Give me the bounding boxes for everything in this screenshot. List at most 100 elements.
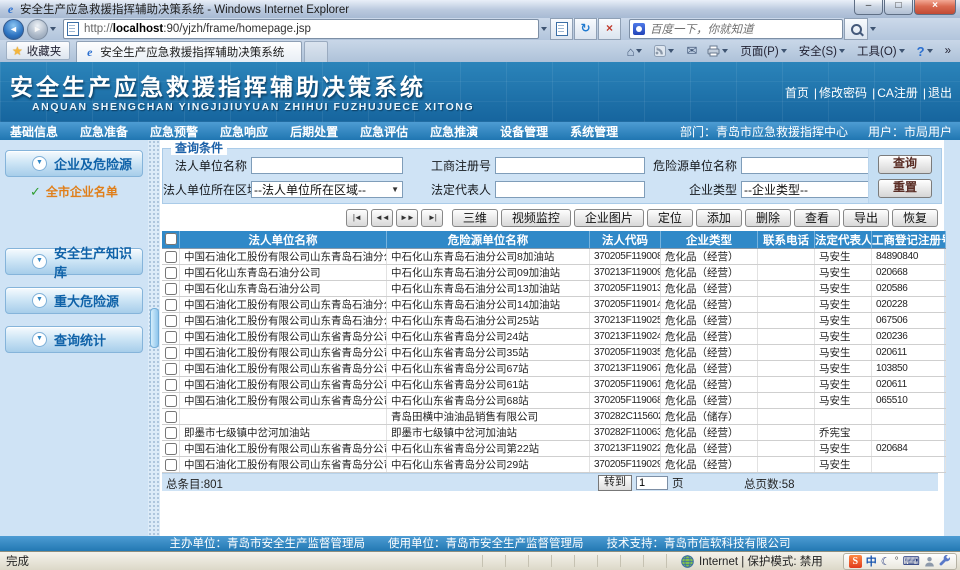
row-checkbox[interactable] bbox=[165, 427, 177, 439]
row-checkbox[interactable] bbox=[165, 267, 177, 279]
row-checkbox[interactable] bbox=[165, 443, 177, 455]
goto-button[interactable]: 转到 bbox=[598, 475, 632, 491]
sogou-icon[interactable]: S bbox=[849, 555, 862, 568]
new-tab-button[interactable] bbox=[304, 41, 328, 62]
chinese-input-icon[interactable]: 中 bbox=[866, 553, 877, 569]
row-checkbox[interactable] bbox=[165, 347, 177, 359]
sidebar-group-button[interactable]: ▼安全生产知识库 bbox=[5, 248, 143, 275]
nav-item[interactable]: 应急响应 bbox=[220, 123, 268, 140]
pager-button[interactable]: ►| bbox=[421, 209, 443, 227]
user-icon[interactable] bbox=[924, 556, 935, 567]
select-all-checkbox[interactable] bbox=[165, 233, 177, 245]
feeds-button[interactable] bbox=[649, 42, 681, 60]
toolbar-button[interactable]: 查看 bbox=[794, 209, 840, 227]
nav-item[interactable]: 后期处置 bbox=[290, 123, 338, 140]
row-checkbox[interactable] bbox=[165, 459, 177, 471]
stop-button[interactable]: × bbox=[598, 18, 621, 40]
table-row[interactable]: 中国石油化工股份有限公司山东省青岛分公司中石化山东省青岛分公司24站370213… bbox=[162, 329, 946, 345]
table-row[interactable]: 中国石油化工股份有限公司山东青岛石油分公司中石化山东青岛石油分公司8加油站370… bbox=[162, 249, 946, 265]
row-checkbox[interactable] bbox=[165, 363, 177, 375]
row-checkbox[interactable] bbox=[165, 379, 177, 391]
wrench-icon[interactable] bbox=[939, 555, 951, 567]
row-checkbox[interactable] bbox=[165, 299, 177, 311]
search-button[interactable] bbox=[844, 18, 868, 40]
field-input[interactable] bbox=[495, 181, 645, 198]
toolbar-button[interactable]: 定位 bbox=[647, 209, 693, 227]
mail-button[interactable]: ✉ bbox=[681, 42, 702, 60]
splitter-handle[interactable] bbox=[150, 308, 159, 348]
table-row[interactable]: 中国石油化工股份有限公司山东青岛石油分公司中石化山东青岛石油分公司25站3702… bbox=[162, 313, 946, 329]
keyboard-icon[interactable]: ⌨ bbox=[903, 554, 920, 568]
sidebar-item-active[interactable]: ✓全市企业名单 bbox=[30, 183, 148, 200]
row-checkbox[interactable] bbox=[165, 331, 177, 343]
table-row[interactable]: 中国石化山东青岛石油分公司中石化山东青岛石油分公司13加油站370205F119… bbox=[162, 281, 946, 297]
toolbar-button[interactable]: 导出 bbox=[843, 209, 889, 227]
toolbar-button[interactable]: 三维 bbox=[452, 209, 498, 227]
nav-item[interactable]: 应急预警 bbox=[150, 123, 198, 140]
table-row[interactable]: 即墨市七级镇中岔河加油站即墨市七级镇中岔河加油站370282F110063危化品… bbox=[162, 425, 946, 441]
toolbar-overflow[interactable]: » bbox=[940, 42, 956, 60]
url-field[interactable]: http://localhost:90/yjzh/frame/homepage.… bbox=[63, 19, 539, 39]
home-button[interactable]: ⌂ bbox=[622, 42, 650, 60]
moon-icon[interactable]: ☾ bbox=[881, 555, 891, 568]
table-row[interactable]: 中国石油化工股份有限公司山东省青岛分公司中石化山东省青岛分公司67站370213… bbox=[162, 361, 946, 377]
table-row[interactable]: 中国石油化工股份有限公司山东省青岛分公司中石化山东省青岛分公司第22站37021… bbox=[162, 441, 946, 457]
toolbar-button[interactable]: 添加 bbox=[696, 209, 742, 227]
favorites-button[interactable]: ★ 收藏夹 bbox=[6, 41, 70, 60]
table-row[interactable]: 中国石油化工股份有限公司山东省青岛分公司中石化山东省青岛分公司68站370205… bbox=[162, 393, 946, 409]
safety-menu[interactable]: 安全(S) bbox=[794, 42, 852, 60]
sidebar-group-button[interactable]: ▼查询统计 bbox=[5, 326, 143, 353]
sidebar-group-button[interactable]: ▼企业及危险源 bbox=[5, 150, 143, 177]
toolbar-button[interactable]: 视频监控 bbox=[501, 209, 571, 227]
header-link[interactable]: 退出 bbox=[928, 86, 952, 100]
table-row[interactable]: 中国石油化工股份有限公司山东青岛石油分公司中石化山东青岛石油分公司14加油站37… bbox=[162, 297, 946, 313]
query-button[interactable]: 查询 bbox=[878, 155, 932, 174]
nav-item[interactable]: 应急准备 bbox=[80, 123, 128, 140]
table-row[interactable]: 青岛田横中油油品销售有限公司370282C115602危化品（储存） bbox=[162, 409, 946, 425]
pager-button[interactable]: |◄ bbox=[346, 209, 368, 227]
refresh-button[interactable]: ↻ bbox=[574, 18, 597, 40]
forward-button[interactable]: ► bbox=[27, 19, 48, 40]
pager-button[interactable]: ◄◄ bbox=[371, 209, 393, 227]
maximize-button[interactable]: □ bbox=[884, 0, 913, 15]
sidebar-splitter[interactable] bbox=[148, 140, 160, 536]
row-checkbox[interactable] bbox=[165, 395, 177, 407]
url-dropdown-icon[interactable] bbox=[541, 27, 547, 31]
field-input[interactable] bbox=[495, 157, 645, 174]
row-checkbox[interactable] bbox=[165, 251, 177, 263]
close-button[interactable]: × bbox=[914, 0, 956, 15]
punctuation-icon[interactable]: ° bbox=[895, 556, 899, 567]
reset-button[interactable]: 重置 bbox=[878, 179, 932, 198]
nav-item[interactable]: 应急评估 bbox=[360, 123, 408, 140]
field-select[interactable]: --法人单位所在区域--▼ bbox=[251, 181, 403, 198]
row-checkbox[interactable] bbox=[165, 315, 177, 327]
table-row[interactable]: 中国石油化工股份有限公司山东省青岛分公司中石化山东省青岛分公司35站370205… bbox=[162, 345, 946, 361]
help-menu[interactable]: ? bbox=[912, 42, 940, 60]
table-row[interactable]: 中国石油化工股份有限公司山东省青岛分公司中石化山东省青岛分公司29站370205… bbox=[162, 457, 946, 473]
table-row[interactable]: 中国石油化工股份有限公司山东省青岛分公司中石化山东省青岛分公司61站370205… bbox=[162, 377, 946, 393]
compatibility-button[interactable] bbox=[550, 18, 573, 40]
page-number-input[interactable] bbox=[636, 476, 668, 490]
header-link[interactable]: CA注册 bbox=[877, 86, 918, 100]
history-dropdown-icon[interactable] bbox=[50, 27, 56, 31]
pager-button[interactable]: ►► bbox=[396, 209, 418, 227]
row-checkbox[interactable] bbox=[165, 411, 177, 423]
minimize-button[interactable]: – bbox=[854, 0, 883, 15]
toolbar-button[interactable]: 删除 bbox=[745, 209, 791, 227]
header-link[interactable]: 修改密码 bbox=[819, 86, 867, 100]
toolbar-button[interactable]: 企业图片 bbox=[574, 209, 644, 227]
active-tab[interactable]: e 安全生产应急救援指挥辅助决策系统 bbox=[76, 41, 302, 62]
print-button[interactable] bbox=[702, 42, 735, 60]
nav-item[interactable]: 应急推演 bbox=[430, 123, 478, 140]
search-box[interactable]: 百度一下，你就知道 bbox=[629, 19, 843, 39]
nav-item[interactable]: 设备管理 bbox=[500, 123, 548, 140]
row-checkbox[interactable] bbox=[165, 283, 177, 295]
page-menu[interactable]: 页面(P) bbox=[735, 42, 793, 60]
toolbar-button[interactable]: 恢复 bbox=[892, 209, 938, 227]
table-row[interactable]: 中国石化山东青岛石油分公司中石化山东青岛石油分公司09加油站370213F119… bbox=[162, 265, 946, 281]
tools-menu[interactable]: 工具(O) bbox=[852, 42, 912, 60]
search-dropdown-icon[interactable] bbox=[870, 27, 876, 31]
field-input[interactable] bbox=[251, 157, 403, 174]
header-link[interactable]: 首页 bbox=[785, 86, 809, 100]
nav-item[interactable]: 基础信息 bbox=[10, 123, 58, 140]
